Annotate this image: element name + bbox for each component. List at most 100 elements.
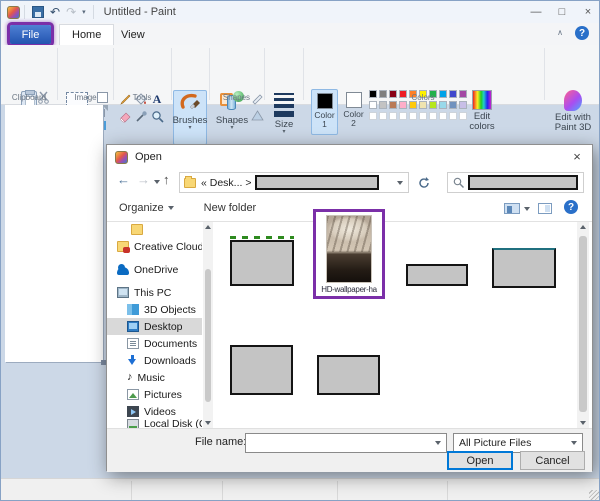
color-swatch-empty[interactable] <box>439 112 447 120</box>
file-type-value: All Picture Files <box>459 437 532 449</box>
new-folder-button[interactable]: New folder <box>204 202 257 214</box>
color-swatch[interactable] <box>389 101 397 109</box>
size-button[interactable]: Size ▾ <box>269 93 299 135</box>
eraser-icon[interactable] <box>119 110 132 123</box>
shapes-caret-icon: ▾ <box>230 125 234 131</box>
paint-canvas[interactable] <box>5 105 103 362</box>
color-swatch[interactable] <box>409 101 417 109</box>
tiger-image-thumbnail[interactable] <box>326 215 372 283</box>
tab-home[interactable]: Home <box>59 24 115 45</box>
color-swatch-empty[interactable] <box>419 112 427 120</box>
color-swatch[interactable] <box>379 101 387 109</box>
sidebar-item-pictures[interactable]: Pictures <box>107 386 202 403</box>
group-label-clipboard: Clipboard <box>11 93 47 102</box>
color-swatch-empty[interactable] <box>429 112 437 120</box>
sidebar-item-videos[interactable]: Videos <box>107 403 202 420</box>
views-caret-icon[interactable] <box>524 207 530 211</box>
group-label-colors: Colors <box>411 93 435 102</box>
sidebar-label: Videos <box>144 405 176 418</box>
sidebar-item-music[interactable]: ♪ Music <box>107 369 202 386</box>
minimize-button[interactable]: — <box>523 2 549 22</box>
status-bar: 282 × 390px 100% − + <box>1 478 599 500</box>
sidebar-item-this-pc[interactable]: This PC <box>107 284 202 301</box>
color-swatch[interactable] <box>429 101 437 109</box>
scroll-down-icon[interactable] <box>578 418 588 428</box>
edit-with-paint3d-button[interactable]: Edit with Paint 3D <box>549 90 597 133</box>
file-name-input[interactable] <box>245 433 447 453</box>
shape-fill-icon[interactable] <box>251 109 264 122</box>
sidebar-scrollbar[interactable] <box>203 222 213 428</box>
close-button[interactable]: × <box>575 2 599 22</box>
up-icon[interactable]: ↑ <box>163 172 170 187</box>
address-bar[interactable]: « Desk... > <box>179 172 409 193</box>
file-thumbnail-redacted[interactable] <box>230 345 293 395</box>
brush-icon <box>180 93 200 110</box>
color-swatch[interactable] <box>399 101 407 109</box>
save-icon[interactable] <box>32 6 44 18</box>
sidebar-item-documents[interactable]: Documents <box>107 335 202 352</box>
file-name-caret-icon[interactable] <box>435 441 441 445</box>
dialog-help-icon[interactable]: ? <box>564 200 578 214</box>
recent-locations-caret-icon[interactable] <box>154 180 160 184</box>
file-thumbnail-redacted[interactable] <box>492 248 556 288</box>
pictures-icon <box>127 389 139 400</box>
color-swatch[interactable] <box>369 101 377 109</box>
eyedropper-icon[interactable] <box>135 110 148 123</box>
divider <box>171 48 172 100</box>
file-thumbnail-redacted[interactable] <box>406 264 468 286</box>
search-input[interactable] <box>447 172 584 193</box>
sidebar-item-3d-objects[interactable]: 3D Objects <box>107 301 202 318</box>
magnifier-icon[interactable] <box>151 110 164 123</box>
scroll-up-icon[interactable] <box>578 222 588 232</box>
tab-file[interactable]: File <box>10 25 51 44</box>
dialog-close-icon[interactable]: × <box>562 145 592 167</box>
cancel-button[interactable]: Cancel <box>520 451 585 470</box>
paint-app-icon <box>7 5 20 19</box>
maximize-button[interactable]: □ <box>549 2 575 22</box>
color-swatch[interactable] <box>439 101 447 109</box>
undo-icon[interactable]: ↶ <box>50 5 60 19</box>
color-swatch-empty[interactable] <box>379 112 387 120</box>
refresh-icon[interactable] <box>413 172 435 193</box>
file-type-select[interactable]: All Picture Files <box>453 433 583 453</box>
file-thumbnail-redacted[interactable] <box>230 240 294 286</box>
color-swatch-empty[interactable] <box>449 112 457 120</box>
open-button[interactable]: Open <box>447 451 513 470</box>
sidebar-item-desktop[interactable]: Desktop <box>107 318 202 335</box>
organize-button[interactable]: Organize <box>119 202 174 214</box>
forward-icon[interactable]: → <box>137 172 150 187</box>
window-resize-grip[interactable] <box>589 490 599 500</box>
views-icon[interactable] <box>504 203 520 214</box>
3d-objects-icon <box>127 304 139 315</box>
help-icon[interactable]: ? <box>575 26 589 40</box>
annotation-box-selected-file[interactable]: HD-wallpaper-ha <box>313 209 385 299</box>
color-swatch-empty[interactable] <box>399 112 407 120</box>
redo-icon[interactable]: ↷ <box>66 5 76 19</box>
divider <box>131 481 132 500</box>
sidebar-item-downloads[interactable]: Downloads <box>107 352 202 369</box>
scrollbar-thumb[interactable] <box>579 236 587 412</box>
preview-pane-icon[interactable] <box>538 203 552 214</box>
quick-access-caret-icon[interactable]: ▾ <box>82 8 86 16</box>
scroll-down-icon[interactable] <box>203 418 213 428</box>
address-caret-icon[interactable] <box>397 180 403 185</box>
brushes-button[interactable]: Brushes ▾ <box>173 90 207 145</box>
tab-view[interactable]: View <box>109 24 157 45</box>
color-swatch-empty[interactable] <box>389 112 397 120</box>
scroll-up-icon[interactable] <box>203 222 213 232</box>
sidebar-item-creative-cloud[interactable]: Creative Cloud Fil <box>107 238 202 255</box>
color-swatch[interactable] <box>419 101 427 109</box>
group-label-image: Image <box>74 93 97 102</box>
file-list-scrollbar[interactable] <box>577 222 589 428</box>
divider <box>24 5 25 19</box>
scrollbar-thumb[interactable] <box>205 269 211 402</box>
sidebar-item-onedrive[interactable]: OneDrive <box>107 261 202 278</box>
back-icon[interactable]: ← <box>117 172 130 187</box>
organize-label: Organize <box>119 202 164 214</box>
file-thumbnail-redacted[interactable] <box>317 355 380 395</box>
color-swatch[interactable] <box>449 101 457 109</box>
collapse-ribbon-icon[interactable]: ∧ <box>557 28 563 37</box>
breadcrumb[interactable]: « Desk... > <box>201 177 251 189</box>
color-swatch-empty[interactable] <box>369 112 377 120</box>
color-swatch-empty[interactable] <box>409 112 417 120</box>
